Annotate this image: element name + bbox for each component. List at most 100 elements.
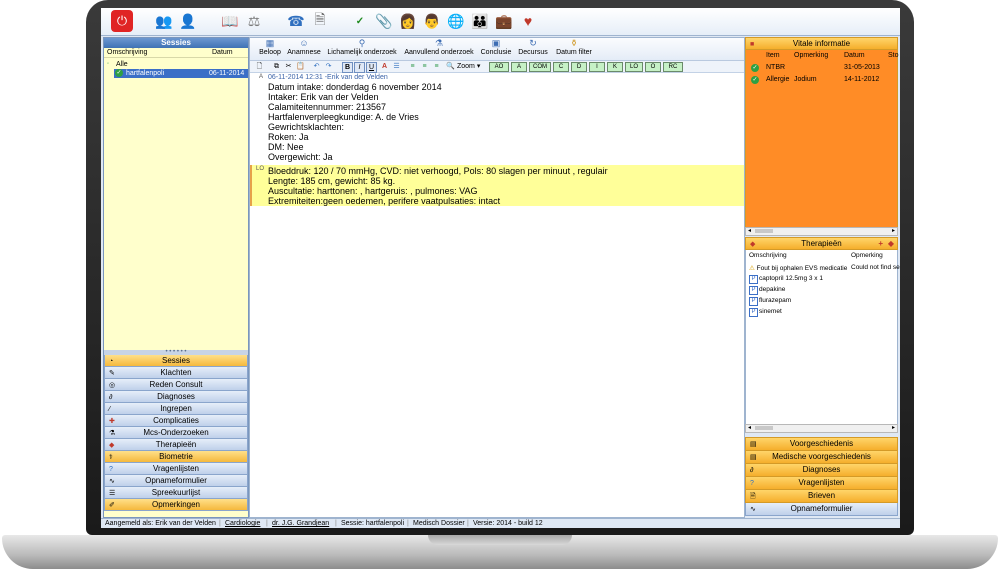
therapies-scrollbar[interactable]: ◂ ▸ <box>745 424 898 433</box>
therapy-row[interactable]: Pdepakine <box>749 286 785 295</box>
cut-icon[interactable]: ✂ <box>284 62 293 71</box>
nav-complicaties[interactable]: ✚ Complicaties <box>104 415 248 427</box>
nav-right-diagnoses[interactable]: ∂ Diagnoses <box>745 464 898 477</box>
bullet-list-icon[interactable]: ☰ <box>392 62 401 71</box>
undo-icon[interactable]: ↶ <box>312 62 321 71</box>
column-extra[interactable]: Sto <box>888 52 899 59</box>
vital-row[interactable]: ✓ NTBR 31-05-2013 <box>751 64 896 73</box>
tag-ao[interactable]: AO <box>489 62 509 72</box>
therapy-row[interactable]: Pcaptopril 12.5mg 3 x 1 <box>749 275 823 284</box>
book-icon[interactable]: 📖 <box>219 10 241 32</box>
therapy-row[interactable]: Psinemet <box>749 308 782 317</box>
nav-right-opnameformulier[interactable]: ∿ Opnameformulier <box>745 503 898 516</box>
nav-opnameformulier[interactable]: ∿ Opnameformulier <box>104 475 248 487</box>
scroll-left-icon[interactable]: ◂ <box>748 227 751 234</box>
therapy-settings-icon[interactable]: ◆ <box>888 238 894 249</box>
bold-icon[interactable]: B <box>342 62 353 73</box>
scroll-right-icon[interactable]: ▸ <box>892 424 895 431</box>
add-therapy-icon[interactable]: + <box>878 238 883 249</box>
column-item[interactable]: Item <box>766 52 780 59</box>
power-icon[interactable]: ⏻ <box>111 10 133 32</box>
tag-c[interactable]: C <box>553 62 569 72</box>
align-center-icon[interactable]: ≡ <box>420 62 429 71</box>
zoom-dropdown[interactable]: Zoom ▾ <box>457 62 481 71</box>
paperclip-icon[interactable]: 📎 <box>373 10 395 32</box>
note-anamnese[interactable]: Datum intake: donderdag 6 november 2014 … <box>250 82 744 162</box>
users-icon[interactable]: 👥 <box>153 10 175 32</box>
paste-icon[interactable]: 📋 <box>296 62 305 71</box>
column-description[interactable]: Omschrijving <box>107 48 147 57</box>
nav-diagnoses[interactable]: ∂ Diagnoses <box>104 391 248 403</box>
department-link[interactable]: Cardiologie <box>225 519 260 528</box>
group-icon[interactable]: 👪 <box>469 10 491 32</box>
anamnese-button[interactable]: ☺ Anamnese <box>286 38 322 60</box>
therapy-warning-row[interactable]: ⚠ Fout bij ophalen EVS medicatie Could n… <box>749 264 900 272</box>
scroll-thumb[interactable] <box>755 426 773 430</box>
column-date[interactable]: Datum <box>844 52 865 59</box>
redo-icon[interactable]: ↷ <box>324 62 333 71</box>
nav-therapieen[interactable]: ◆ Therapieën <box>104 439 248 451</box>
tag-d[interactable]: D <box>571 62 587 72</box>
globe-icon[interactable]: 🌐 <box>445 10 467 32</box>
column-remark[interactable]: Opmerking <box>851 252 883 259</box>
nav-sessies[interactable]: ◔ Sessies <box>104 355 248 367</box>
note-line: Auscultatie: harttonen: , hartgeruis: , … <box>268 186 478 196</box>
document-icon[interactable]: 🗎 <box>309 10 331 32</box>
nav-medische-voorgeschiedenis[interactable]: ▤ Medische voorgeschiedenis <box>745 451 898 464</box>
session-row-hartfalenpoli[interactable]: ✓ hartfalenpoli 06-11-2014 <box>114 69 248 78</box>
scroll-right-icon[interactable]: ▸ <box>892 227 895 234</box>
tag-a[interactable]: A <box>511 62 527 72</box>
vital-row[interactable]: ✓ Allergie Jodium 14-11-2012 <box>751 76 896 85</box>
nav-opmerkingen[interactable]: ✐ Opmerkingen <box>104 499 248 511</box>
spellcheck-icon[interactable]: ✓ <box>349 10 371 32</box>
align-right-icon[interactable]: ≡ <box>432 62 441 71</box>
nav-klachten[interactable]: ✎ Klachten <box>104 367 248 379</box>
nav-vragenlijsten[interactable]: ? Vragenlijsten <box>104 463 248 475</box>
nav-biometrie[interactable]: ⚕ Biometrie <box>104 451 248 463</box>
note-lichamelijk-onderzoek[interactable]: LO Bloeddruk: 120 / 70 mmHg, CVD: niet v… <box>250 165 744 206</box>
nurse-icon[interactable]: 👩 <box>397 10 419 32</box>
italic-icon[interactable]: I <box>354 62 365 73</box>
new-document-icon[interactable]: 🗋 <box>255 62 264 71</box>
column-description[interactable]: Omschrijving <box>749 252 787 259</box>
scale-icon[interactable]: ⚖ <box>243 10 265 32</box>
doctor-icon[interactable]: 👨 <box>421 10 443 32</box>
column-date[interactable]: Datum <box>212 48 233 57</box>
beloop-button[interactable]: ▦ Beloop <box>256 38 284 60</box>
align-left-icon[interactable]: ≡ <box>408 62 417 71</box>
vital-scrollbar[interactable]: ◂ ▸ <box>745 227 898 236</box>
scroll-left-icon[interactable]: ◂ <box>748 424 751 431</box>
nav-ingrepen[interactable]: ⁄ Ingrepen <box>104 403 248 415</box>
conclusie-button[interactable]: ▣ Conclusie <box>478 38 514 60</box>
zoom-icon[interactable]: 🔍 <box>446 62 455 71</box>
decursus-button[interactable]: ↻ Decursus <box>516 38 550 60</box>
nav-right-vragenlijsten[interactable]: ? Vragenlijsten <box>745 477 898 490</box>
therapy-row[interactable]: Pflurazepam <box>749 297 791 306</box>
tag-k[interactable]: K <box>607 62 623 72</box>
aanvullend-onderzoek-button[interactable]: ⚗ Aanvullend onderzoek <box>402 38 476 60</box>
lichamelijk-onderzoek-button[interactable]: ⚲ Lichamelijk onderzoek <box>324 38 400 60</box>
session-row-all[interactable]: ◦ Alle <box>104 60 248 69</box>
heart-icon[interactable]: ♥ <box>517 10 539 32</box>
nav-reden-consult[interactable]: ◎ Reden Consult <box>104 379 248 391</box>
scroll-thumb[interactable] <box>755 229 773 233</box>
underline-icon[interactable]: U <box>366 62 377 73</box>
copy-icon[interactable]: ⧉ <box>272 62 281 71</box>
tag-rc[interactable]: RC <box>663 62 683 72</box>
tag-o[interactable]: O <box>645 62 661 72</box>
datum-filter-button[interactable]: ⚱ Datum filter <box>554 38 594 60</box>
tag-lo[interactable]: LO <box>625 62 643 72</box>
nav-brieven[interactable]: 🗎 Brieven <box>745 490 898 503</box>
phone-book-icon[interactable]: ☎ <box>285 10 307 32</box>
person-edit-icon[interactable]: 👤 <box>177 10 199 32</box>
tag-com[interactable]: COM <box>529 62 551 72</box>
font-color-icon[interactable]: A <box>380 62 389 71</box>
consult-icon: ◎ <box>109 382 116 389</box>
doctor-link[interactable]: dr. J.G. Grandjean <box>272 519 329 528</box>
tag-i[interactable]: I <box>589 62 605 72</box>
nav-voorgeschiedenis[interactable]: ▤ Voorgeschiedenis <box>745 438 898 451</box>
nav-mcs-onderzoeken[interactable]: ⚗ Mcs-Onderzoeken <box>104 427 248 439</box>
nav-spreekuurlijst[interactable]: ☰ Spreekuurlijst <box>104 487 248 499</box>
bag-icon[interactable]: 💼 <box>493 10 515 32</box>
column-remark[interactable]: Opmerking <box>794 52 828 59</box>
